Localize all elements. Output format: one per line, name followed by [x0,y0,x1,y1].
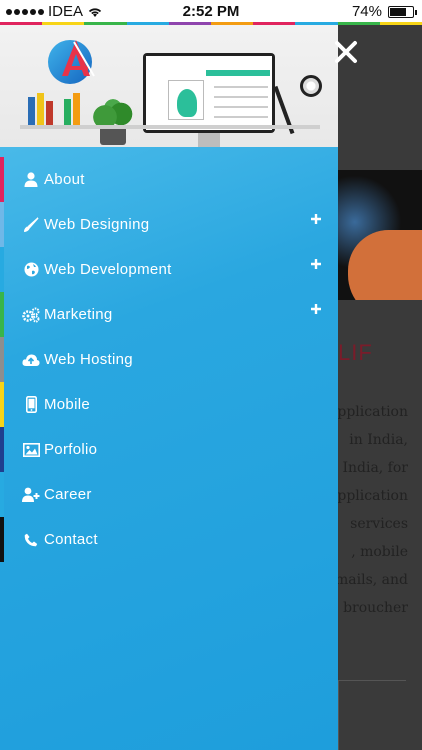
menu-item-color-edge [0,427,4,472]
menu-item-label: Web Hosting [44,351,133,368]
menu-item-color-edge [0,382,4,427]
image-icon [22,442,40,457]
close-icon[interactable] [332,38,360,66]
menu-item-label: About [44,171,85,188]
menu-item-color-edge [0,337,4,382]
expand-plus-icon[interactable] [310,258,322,270]
menu-item-label: Web Designing [44,216,150,233]
user-icon [22,172,40,187]
cloud-upload-icon [22,353,40,367]
menu-item-porfolio[interactable]: Porfolio [0,427,338,472]
background-card [338,680,406,750]
background-page [338,25,422,750]
menu-item-web-development[interactable]: Web Development [0,247,338,292]
menu-item-color-edge [0,247,4,292]
brand-logo [44,32,102,88]
menu-item-color-edge [0,292,4,337]
menu-item-marketing[interactable]: Marketing [0,292,338,337]
status-bar: IDEA 2:52 PM 74% [0,0,422,22]
battery-icon [388,5,417,18]
drawer-header-image [0,25,338,147]
expand-plus-icon[interactable] [310,303,322,315]
menu-item-label: Web Development [44,261,172,278]
menu-item-label: Marketing [44,306,113,323]
background-headline: LIF [338,340,373,365]
menu-item-label: Career [44,486,92,503]
menu-item-color-edge [0,202,4,247]
battery-group: 74% [351,3,417,20]
expand-plus-icon[interactable] [310,213,322,225]
phone-icon [22,533,40,547]
paint-brush-icon [22,216,40,233]
menu-item-career[interactable]: Career [0,472,338,517]
menu-item-label: Porfolio [44,441,98,458]
menu-item-contact[interactable]: Contact [0,517,338,562]
menu-item-label: Contact [44,531,98,548]
books-decoration [28,93,80,127]
user-plus-icon [22,487,40,502]
menu-item-color-edge [0,472,4,517]
battery-percent: 74% [351,3,382,20]
globe-icon [22,262,40,277]
menu-item-color-edge [0,517,4,562]
monitor-image [143,53,275,133]
mobile-icon [22,396,40,413]
drawer-menu: About Web Designing Web Development Marketi… [0,157,338,562]
menu-item-web-designing[interactable]: Web Designing [0,202,338,247]
menu-item-label: Mobile [44,396,90,413]
navigation-drawer: About Web Designing Web Development Marketi… [0,25,338,750]
gears-icon [22,307,40,323]
menu-item-about[interactable]: About [0,157,338,202]
hero-image [338,170,422,300]
menu-item-color-edge [0,157,4,202]
menu-item-web-hosting[interactable]: Web Hosting [0,337,338,382]
menu-item-mobile[interactable]: Mobile [0,382,338,427]
